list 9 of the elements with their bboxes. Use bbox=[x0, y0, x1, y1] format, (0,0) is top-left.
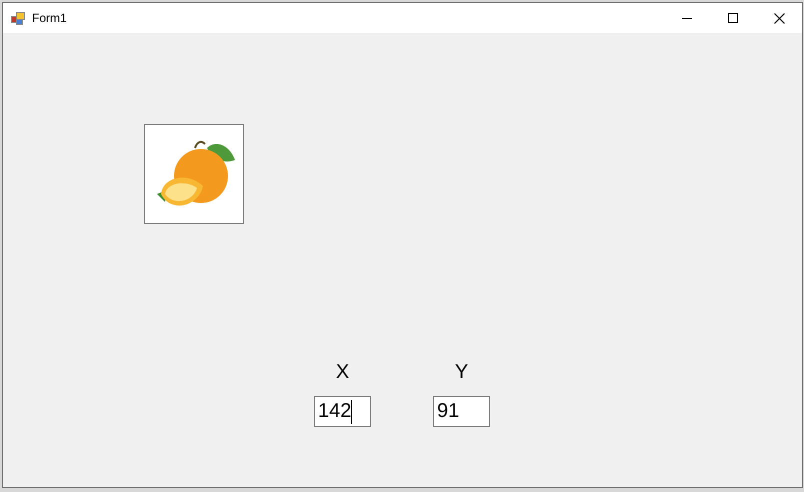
close-icon bbox=[774, 12, 784, 24]
text-cursor bbox=[351, 400, 352, 424]
input-field[interactable]: 91 bbox=[433, 396, 490, 427]
input-field[interactable]: 142 bbox=[314, 396, 371, 427]
field-label: X bbox=[336, 360, 350, 384]
window-title: Form1 bbox=[32, 11, 67, 25]
maximize-icon bbox=[728, 13, 738, 23]
app-icon bbox=[11, 12, 25, 24]
field-label: Y bbox=[454, 360, 468, 384]
